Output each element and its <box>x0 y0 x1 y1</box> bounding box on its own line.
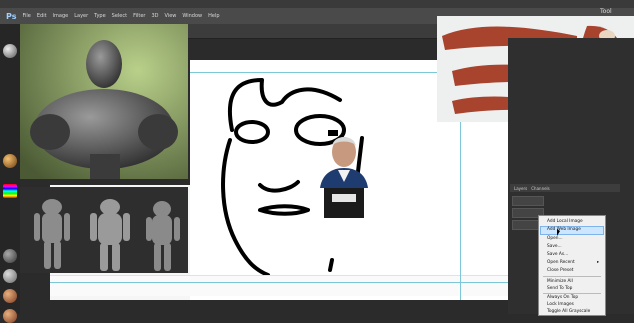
color-picker-icon[interactable] <box>3 184 17 198</box>
menu-item-always-on-top[interactable]: Always On Top <box>547 295 578 300</box>
guide-line <box>50 282 510 283</box>
canvas-bottom-strip <box>50 275 510 296</box>
layer-row[interactable] <box>512 196 544 206</box>
menu-item-add-local-image[interactable]: Add Local Image <box>547 219 583 224</box>
menu-item-save-as[interactable]: Save As... <box>547 252 568 257</box>
menu-item-save[interactable]: Save... <box>547 244 562 249</box>
hulk-reference-image[interactable] <box>20 24 188 179</box>
bust-figure-image[interactable] <box>318 130 370 220</box>
menu-help[interactable]: Help <box>208 13 219 19</box>
menu-filter[interactable]: Filter <box>133 13 145 19</box>
layers-panel-header: Layers Channels <box>510 184 620 192</box>
menu-item-lock-images[interactable]: Lock Images <box>547 302 574 307</box>
menu-view[interactable]: View <box>165 13 177 19</box>
tab-layers[interactable]: Layers <box>514 186 527 191</box>
photoshop-logo: Ps <box>6 11 17 21</box>
menu-edit[interactable]: Edit <box>37 13 47 19</box>
menu-file[interactable]: File <box>22 13 30 19</box>
menu-item-open[interactable]: Open... <box>547 236 563 241</box>
material-sphere-icon[interactable] <box>3 249 17 263</box>
menu-item-send-to-top[interactable]: Send To Top <box>547 286 572 291</box>
menu-separator <box>543 293 601 294</box>
menu-item-close-preset[interactable]: Close Preset <box>547 268 573 273</box>
menu-item-add-web-image[interactable]: Add Web Image <box>540 226 604 235</box>
menu-image[interactable]: Image <box>53 13 69 19</box>
menu-item-label: Add Web Image <box>547 227 581 232</box>
menu-type[interactable]: Type <box>94 13 105 19</box>
menu-item-toggle-all-grayscale[interactable]: Toggle All Grayscale <box>547 309 590 314</box>
menu-window[interactable]: Window <box>182 13 202 19</box>
menu-select[interactable]: Select <box>112 13 127 19</box>
mouse-cursor-icon <box>557 229 560 236</box>
zbrush-title-bar <box>0 0 634 8</box>
menu-separator <box>543 276 601 277</box>
material-sphere-icon[interactable] <box>3 309 17 323</box>
anatomy-models-image[interactable] <box>20 187 188 273</box>
chevron-right-icon: ▸ <box>597 260 600 265</box>
menu-layer[interactable]: Layer <box>74 13 88 19</box>
material-sphere-icon[interactable] <box>3 44 17 58</box>
material-sphere-icon[interactable] <box>3 289 17 303</box>
material-sphere-icon[interactable] <box>3 154 17 168</box>
tab-channels[interactable]: Channels <box>531 186 550 191</box>
zbrush-tool-label[interactable]: Tool <box>600 8 612 15</box>
material-sphere-icon[interactable] <box>3 269 17 283</box>
menu-item-minimize-all[interactable]: Minimize All <box>547 279 573 284</box>
menu-3d[interactable]: 3D <box>151 13 158 19</box>
zbrush-left-shelf <box>0 24 20 323</box>
menu-item-open-recent[interactable]: Open Recent <box>547 260 575 265</box>
